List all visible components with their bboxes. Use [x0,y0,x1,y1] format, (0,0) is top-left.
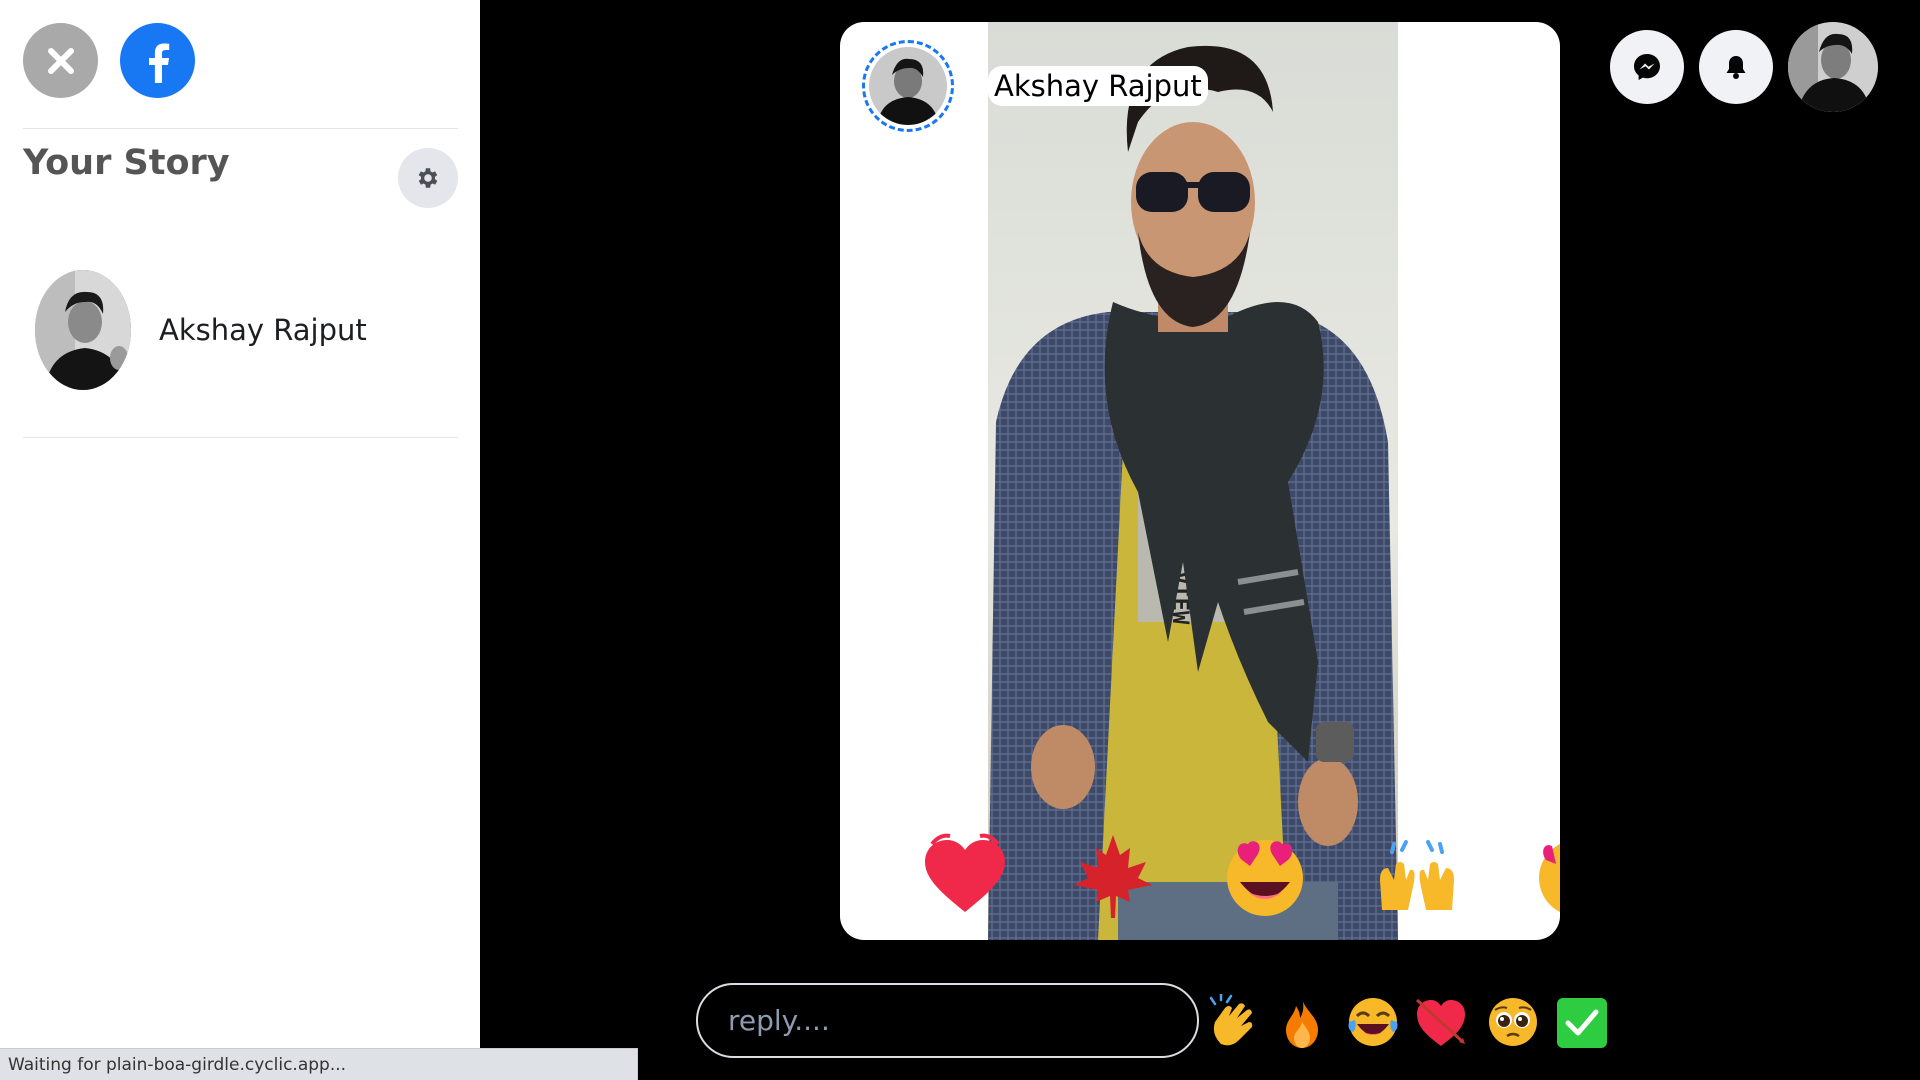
story-sidebar: Your Story Akshay Rajput Waiting for pla… [0,0,638,1080]
partial-emoji-icon [1539,844,1560,912]
story-avatar [35,270,131,390]
heart-arrow-icon[interactable] [1413,994,1469,1050]
facebook-logo-icon [148,43,169,83]
notifications-button[interactable] [1699,30,1773,104]
browser-status-bar: Waiting for plain-boa-girdle.cyclic.app.… [0,1048,638,1080]
divider [23,128,458,129]
maple-leaf-icon [1074,835,1152,918]
bell-icon [1726,56,1746,79]
messenger-icon [1634,54,1660,80]
facebook-home-button[interactable] [120,23,195,98]
story-author-avatar[interactable] [862,40,954,132]
story-author-name: Akshay Rajput [159,313,367,347]
fire-icon[interactable] [1274,994,1330,1050]
heart-eyes-heart-icon [925,833,1005,912]
pleading-face-icon[interactable] [1485,994,1541,1050]
profile-avatar [1788,22,1878,112]
reply-input[interactable] [696,983,1199,1058]
story-list-item[interactable]: Akshay Rajput [23,265,458,395]
clapping-hands-icon[interactable] [1207,994,1263,1050]
close-button[interactable] [23,23,98,98]
sidebar-title: Your Story [23,143,230,183]
divider [23,437,458,438]
laughing-tears-icon[interactable] [1345,994,1401,1050]
check-mark-icon [1565,1009,1599,1036]
settings-button[interactable] [398,148,458,208]
story-viewer-card[interactable]: POINT OF VIEW [840,22,1560,940]
star-struck-smile-icon [1227,840,1303,916]
close-icon [47,47,74,74]
profile-avatar-button[interactable] [1788,22,1878,112]
messenger-button[interactable] [1610,30,1684,104]
send-check-button[interactable] [1557,998,1607,1048]
gear-icon [418,168,438,188]
story-author-name[interactable]: Akshay Rajput [988,66,1208,106]
raising-hands-icon [1380,840,1454,910]
story-photo: POINT OF VIEW [988,22,1398,940]
